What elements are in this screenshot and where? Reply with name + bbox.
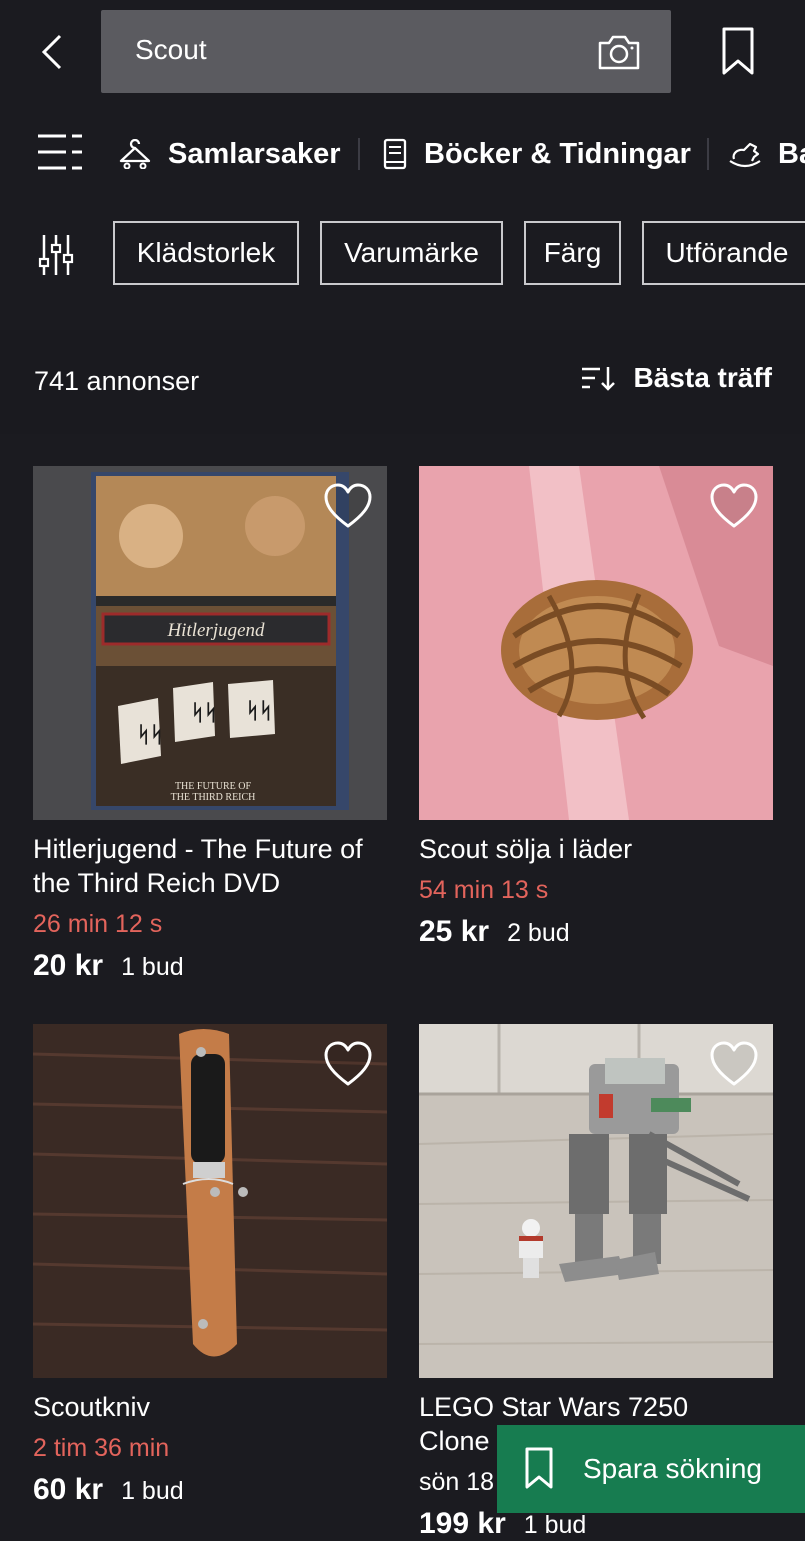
results-bar: 741 annonser Bästa träff [0,330,805,434]
heart-icon [324,1041,372,1086]
listing-title[interactable]: Scout sölja i läder [419,832,773,866]
flag-mark: ᛋᛋ [137,722,163,747]
bookmark-button[interactable] [716,26,760,78]
listing-price: 25 kr [419,915,490,948]
dvd-caption-2: THE THIRD REICH [171,792,256,803]
sliders-icon [38,235,74,275]
category-divider [358,138,360,170]
category-samlarsaker[interactable]: Samlarsaker [118,132,341,176]
rocking-horse-icon [729,142,761,168]
favorite-button[interactable] [709,482,759,530]
result-count: 741 annonser [34,366,200,396]
filter-chip-utforande[interactable]: Utförande [642,221,805,285]
camera-icon [598,35,640,70]
camera-search-button[interactable] [597,32,641,72]
save-search-label: Spara sökning [583,1453,763,1484]
favorite-button[interactable] [709,1040,759,1088]
favorite-button[interactable] [323,482,373,530]
save-search-button[interactable]: Spara sökning [497,1425,805,1513]
filter-row: Klädstorlek Varumärke Färg Utförande [0,220,805,290]
category-label: Samlarsaker [168,137,341,170]
back-button[interactable] [30,30,74,74]
listing-title[interactable]: Hitlerjugend - The Future of the Third R… [33,832,387,900]
heart-icon [710,1041,758,1086]
dvd-caption-1: THE FUTURE OF [175,781,252,792]
search-input[interactable]: Scout [101,10,671,93]
sort-button[interactable]: Bästa träff [580,362,772,394]
bookmark-icon [722,27,754,75]
time-left: 54 min 13 s [419,876,549,904]
flag-mark: ᛋᛋ [246,698,272,723]
filter-chip-kladstorlek[interactable]: Klädstorlek [113,221,299,285]
category-divider [707,138,709,170]
flag-mark: ᛋᛋ [191,700,217,725]
category-barn[interactable]: Ba [728,132,805,176]
favorite-button[interactable] [323,1040,373,1088]
search-query[interactable]: Scout [135,34,207,66]
listing-image[interactable]: Hitlerjugend ᛋᛋ ᛋᛋ ᛋᛋ THE FUTURE OF THE … [33,466,387,820]
heart-icon [710,483,758,528]
filter-chip-varumarke[interactable]: Varumärke [320,221,503,285]
menu-icon [38,134,82,170]
listing-card[interactable]: Scout sölja i läder 54 min 13 s 25 kr 2 … [419,466,773,949]
listing-title[interactable]: Scoutkniv [33,1390,387,1424]
listing-card[interactable]: Hitlerjugend ᛋᛋ ᛋᛋ ᛋᛋ THE FUTURE OF THE … [33,466,387,983]
heart-icon [324,483,372,528]
listing-image[interactable] [419,466,773,820]
category-label: Ba [778,137,805,170]
filter-settings-button[interactable] [36,233,76,277]
category-label: Böcker & Tidningar [424,137,691,170]
listing-price: 60 kr [33,1473,104,1506]
price-line: 20 kr 1 bud [33,949,387,983]
bid-count: 2 bud [507,919,570,947]
sort-label: Bästa träff [633,362,772,393]
hanger-icon [119,139,151,169]
book-icon [383,138,407,170]
filter-chip-farg[interactable]: Färg [524,221,621,285]
bid-count: 1 bud [121,1477,184,1505]
category-row: Samlarsaker Böcker & Tidningar Ba [0,118,805,190]
listing-price: 20 kr [33,949,104,982]
dvd-title-text: Hitlerjugend [166,620,265,641]
category-bocker-tidningar[interactable]: Böcker & Tidningar [382,132,691,176]
price-line: 25 kr 2 bud [419,915,773,949]
category-menu-button[interactable] [36,132,84,174]
chevron-left-icon [41,34,62,70]
time-left: 2 tim 36 min [33,1434,170,1462]
sort-icon [581,367,615,391]
bookmark-icon [525,1447,553,1489]
time-left: 26 min 12 s [33,910,163,938]
listing-card[interactable]: Scoutkniv 2 tim 36 min 60 kr 1 bud [33,1024,387,1507]
top-bar: Scout Samlarsaker Böcker & Tidningar B K… [0,0,805,330]
bid-count: 1 bud [121,953,184,981]
listing-image[interactable] [419,1024,773,1378]
listing-image[interactable] [33,1024,387,1378]
price-line: 60 kr 1 bud [33,1473,387,1507]
